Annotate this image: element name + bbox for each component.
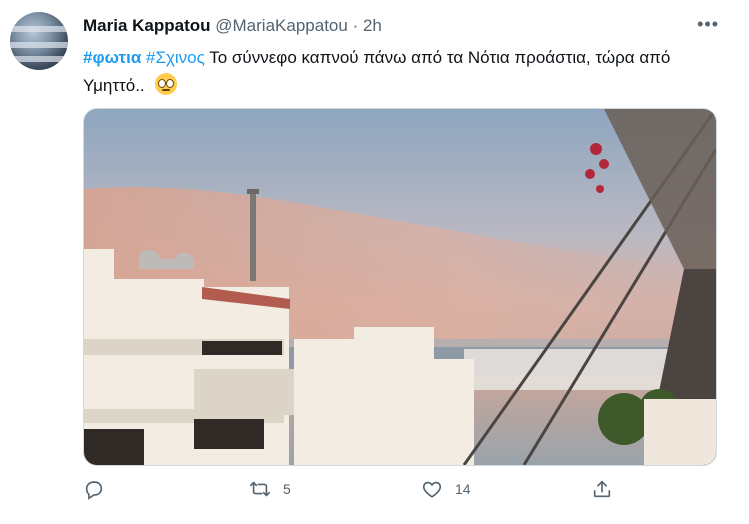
tweet-text: #φωτια #Σχινος Το σύννεφο καπνού πάνω απ… bbox=[83, 44, 723, 100]
tweet-header: Maria Kappatou @MariaKappatou · 2h bbox=[83, 16, 382, 36]
heart-icon bbox=[422, 481, 442, 498]
avatar[interactable] bbox=[10, 12, 68, 70]
share-button[interactable] bbox=[591, 478, 613, 500]
tweet-photo[interactable] bbox=[83, 108, 717, 466]
retweet-icon bbox=[250, 481, 270, 497]
reply-button[interactable] bbox=[83, 478, 117, 500]
separator: · bbox=[352, 16, 359, 35]
share-icon bbox=[593, 480, 611, 498]
author-handle[interactable]: @MariaKappatou bbox=[215, 16, 348, 35]
like-button[interactable]: 14 bbox=[421, 478, 471, 500]
tweet-actions: 5 14 bbox=[83, 478, 683, 508]
timestamp[interactable]: 2h bbox=[363, 16, 382, 35]
retweet-count: 5 bbox=[283, 481, 291, 497]
hashtag-link[interactable]: #φωτια bbox=[83, 48, 141, 67]
reply-icon bbox=[85, 481, 103, 500]
author-name[interactable]: Maria Kappatou bbox=[83, 16, 211, 35]
more-options-icon[interactable]: ••• bbox=[697, 14, 719, 35]
hashtag-link[interactable]: #Σχινος bbox=[146, 48, 205, 67]
tweet[interactable]: Maria Kappatou @MariaKappatou · 2h ••• #… bbox=[0, 0, 749, 524]
retweet-button[interactable]: 5 bbox=[249, 478, 291, 500]
like-count: 14 bbox=[455, 481, 471, 497]
rolling-eyes-emoji-icon bbox=[155, 73, 178, 95]
